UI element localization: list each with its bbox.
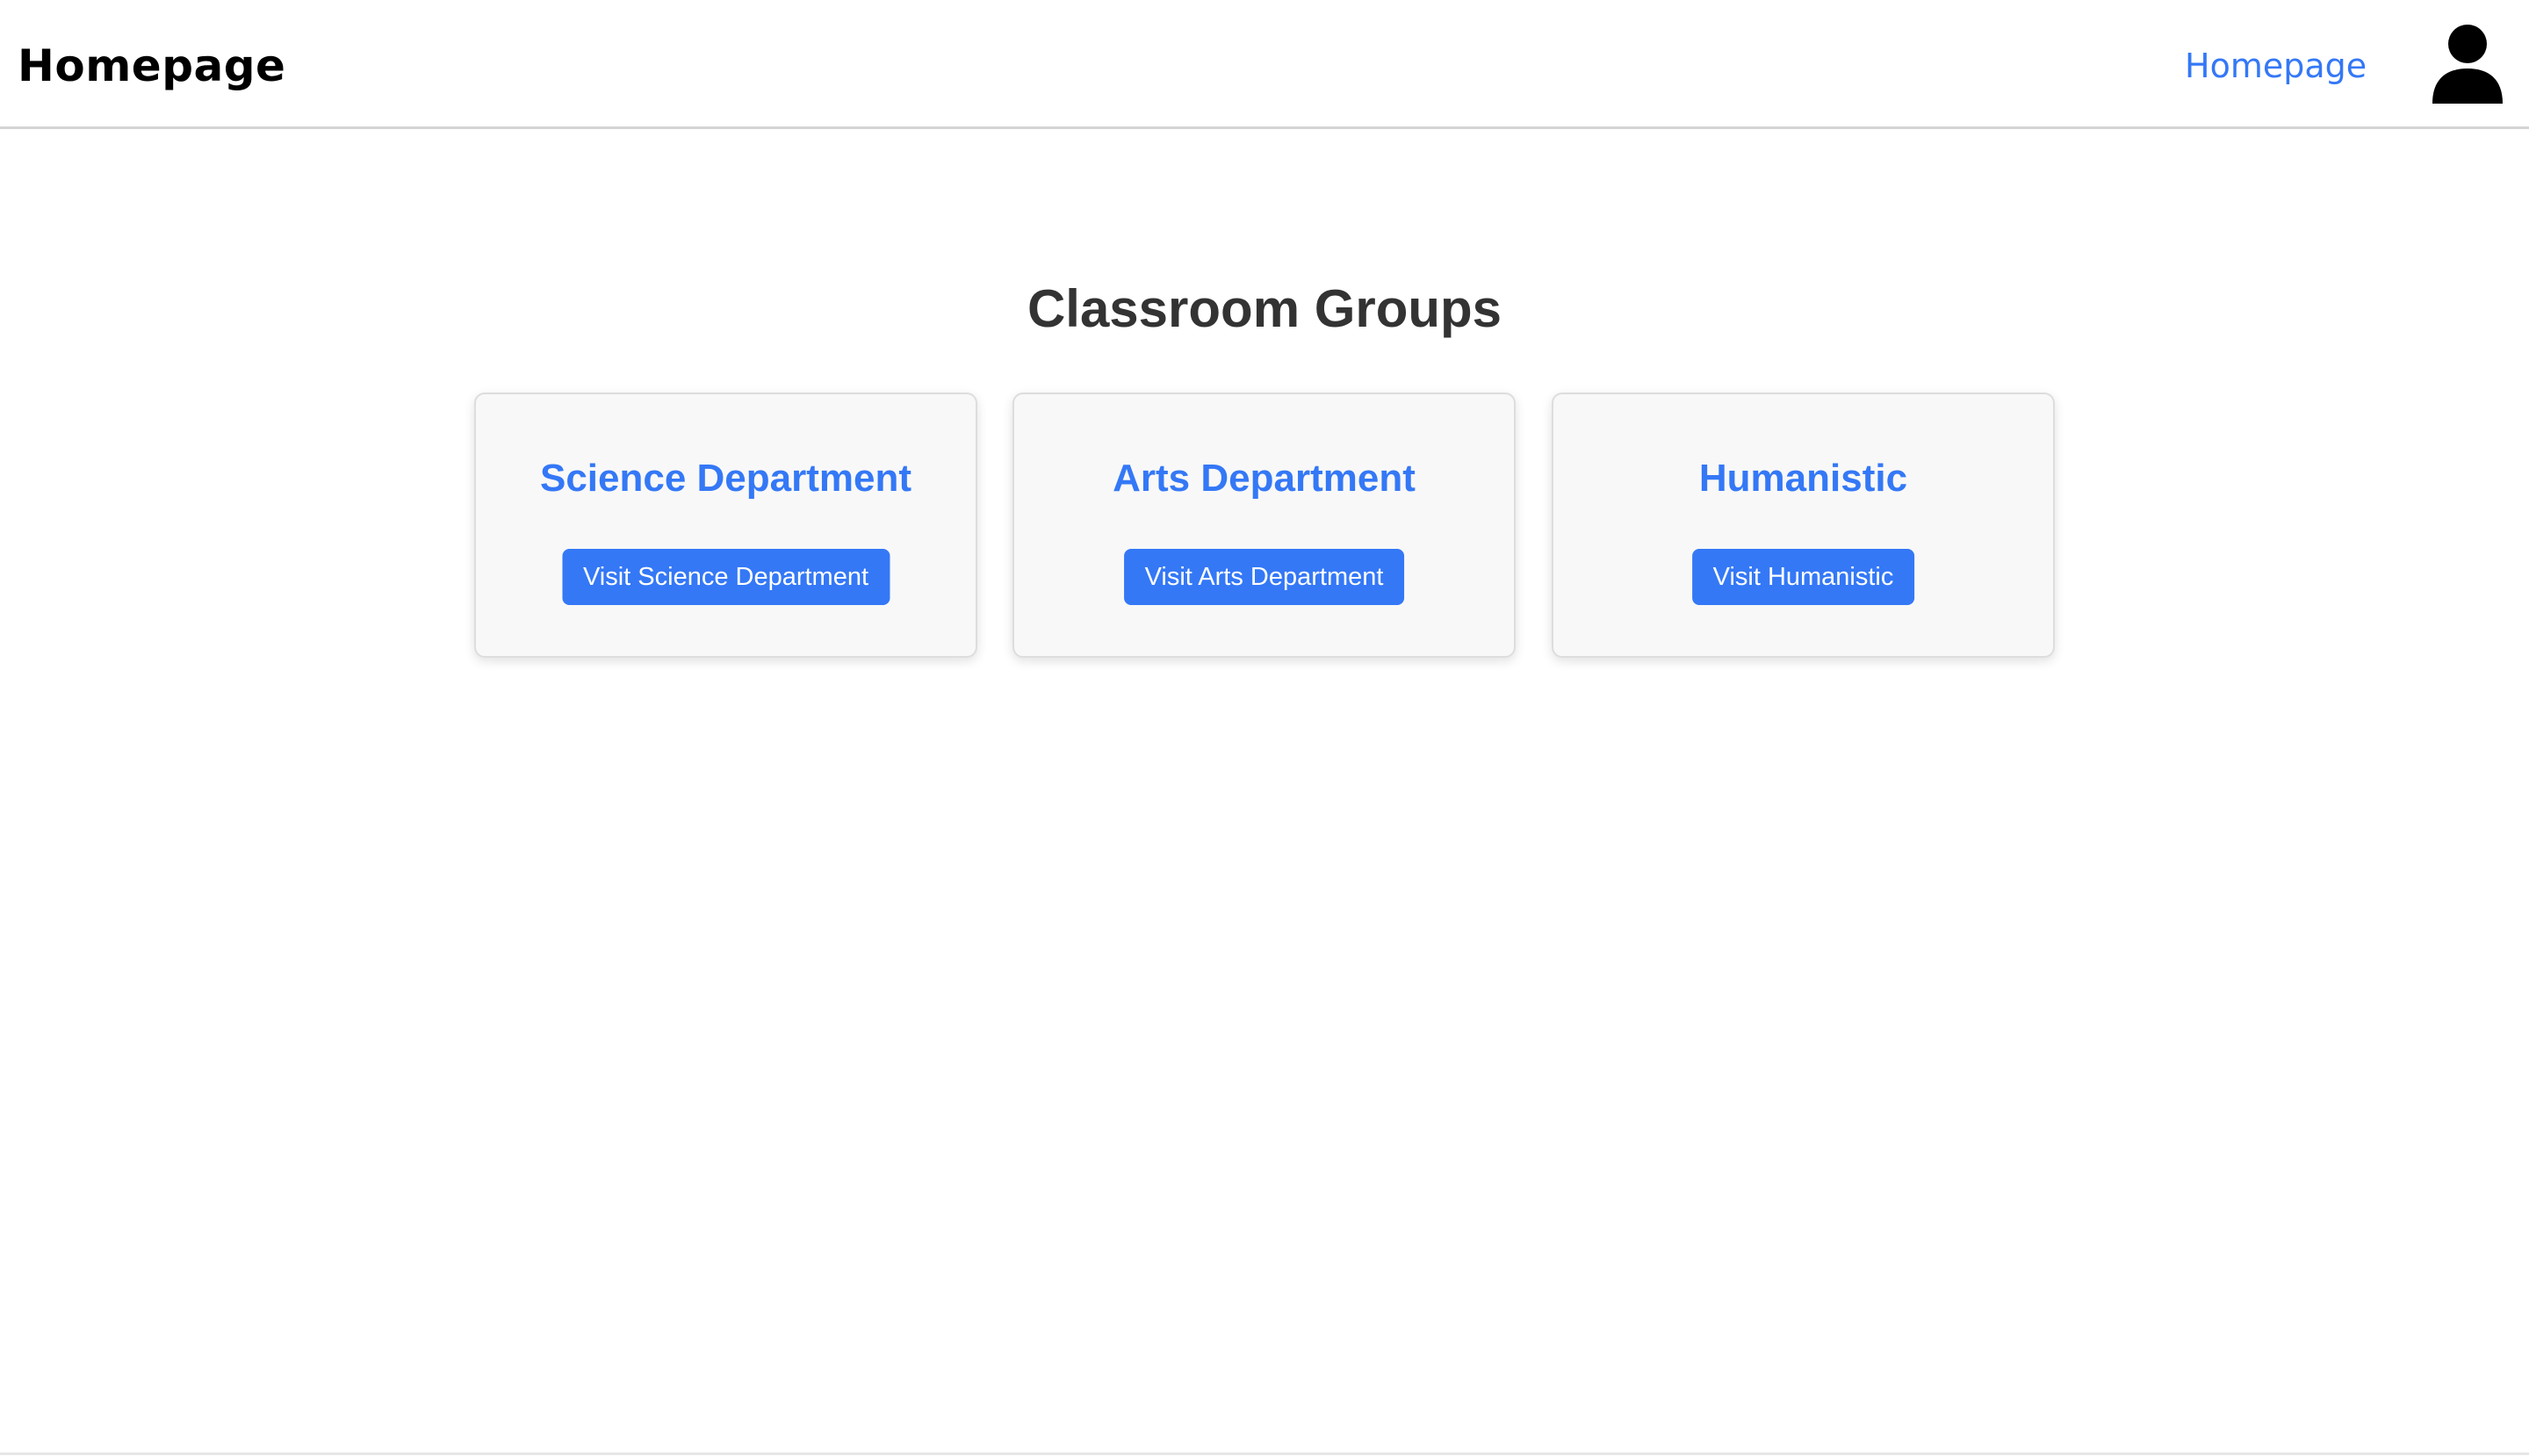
top-navbar: Homepage Homepage — [0, 0, 2529, 129]
brand-title: Homepage — [18, 40, 286, 91]
visit-science-department-button[interactable]: Visit Science Department — [561, 549, 890, 605]
user-icon[interactable] — [2432, 25, 2503, 104]
footer-divider — [0, 1452, 2529, 1455]
card-title: Humanistic — [1698, 457, 1908, 500]
card-title: Arts Department — [1113, 457, 1416, 500]
card-science-department: Science Department Visit Science Departm… — [474, 393, 977, 658]
visit-humanistic-button[interactable]: Visit Humanistic — [1691, 549, 1915, 605]
card-title: Science Department — [539, 457, 912, 500]
card-arts-department: Arts Department Visit Arts Department — [1012, 393, 1516, 658]
nav-link-homepage[interactable]: Homepage — [2185, 40, 2367, 92]
visit-arts-department-button[interactable]: Visit Arts Department — [1123, 549, 1405, 605]
user-avatar-glyph — [2432, 25, 2503, 104]
card-humanistic: Humanistic Visit Humanistic — [1552, 393, 2055, 658]
page-title: Classroom Groups — [1027, 279, 1502, 338]
